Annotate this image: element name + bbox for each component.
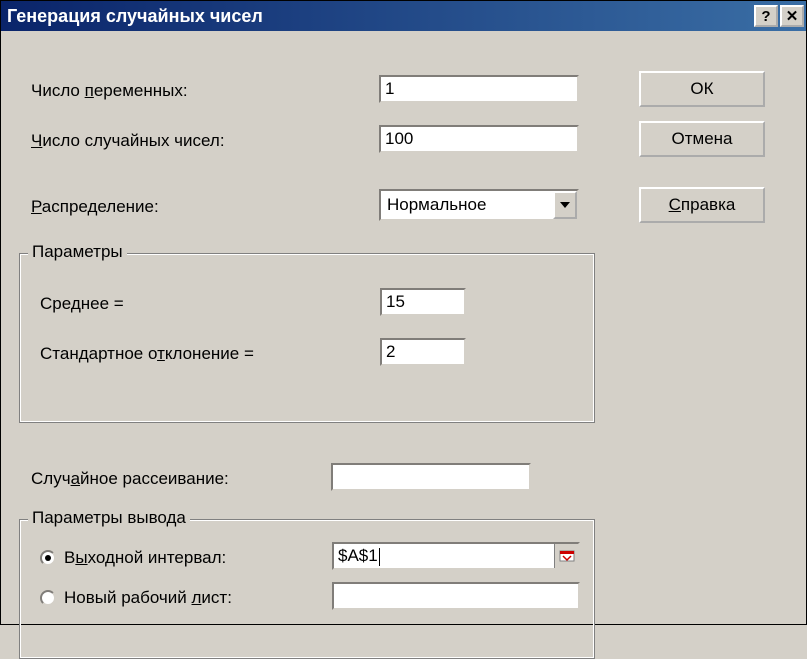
parameters-legend: Параметры — [28, 242, 127, 262]
window-title: Генерация случайных чисел — [7, 6, 752, 27]
mean-label: Среднее = — [40, 294, 124, 314]
distribution-value: Нормальное — [381, 195, 553, 215]
output-range-input[interactable]: $A$1 — [332, 542, 580, 570]
num-random-input[interactable] — [379, 125, 579, 153]
output-range-value: $A$1 — [334, 546, 554, 566]
output-legend: Параметры вывода — [28, 508, 190, 528]
close-icon[interactable]: ✕ — [780, 5, 804, 27]
parameters-group: Параметры Среднее = Стандартное отклонен… — [19, 253, 595, 423]
ok-button[interactable]: ОК — [639, 71, 765, 107]
titlebar: Генерация случайных чисел ? ✕ — [1, 1, 806, 31]
refedit-collapse-icon[interactable] — [554, 544, 578, 568]
distribution-select[interactable]: Нормальное — [379, 189, 579, 221]
output-range-label: Выходной интервал: — [64, 548, 226, 568]
new-sheet-radio[interactable] — [40, 590, 56, 606]
distribution-label: Распределение: — [31, 197, 159, 217]
stddev-input[interactable] — [380, 338, 466, 366]
num-variables-input[interactable] — [379, 75, 579, 103]
cancel-button[interactable]: Отмена — [639, 121, 765, 157]
output-group: Параметры вывода Выходной интервал: $A$1 — [19, 519, 595, 659]
new-sheet-label: Новый рабочий лист: — [64, 588, 232, 608]
dialog-window: Генерация случайных чисел ? ✕ Число пере… — [0, 0, 807, 625]
new-sheet-input[interactable] — [332, 582, 580, 610]
num-variables-label: Число переменных: — [31, 81, 188, 101]
help-button[interactable]: Справка — [639, 187, 765, 223]
chevron-down-icon[interactable] — [553, 191, 577, 219]
stddev-label: Стандартное отклонение = — [40, 344, 254, 364]
output-range-radio[interactable] — [40, 550, 56, 566]
seed-label: Случайное рассеивание: — [31, 469, 229, 489]
help-icon[interactable]: ? — [754, 5, 778, 27]
seed-input[interactable] — [331, 463, 531, 491]
num-random-label: Число случайных чисел: — [31, 131, 225, 151]
mean-input[interactable] — [380, 288, 466, 316]
dialog-body: Число переменных: Число случайных чисел:… — [1, 31, 806, 624]
